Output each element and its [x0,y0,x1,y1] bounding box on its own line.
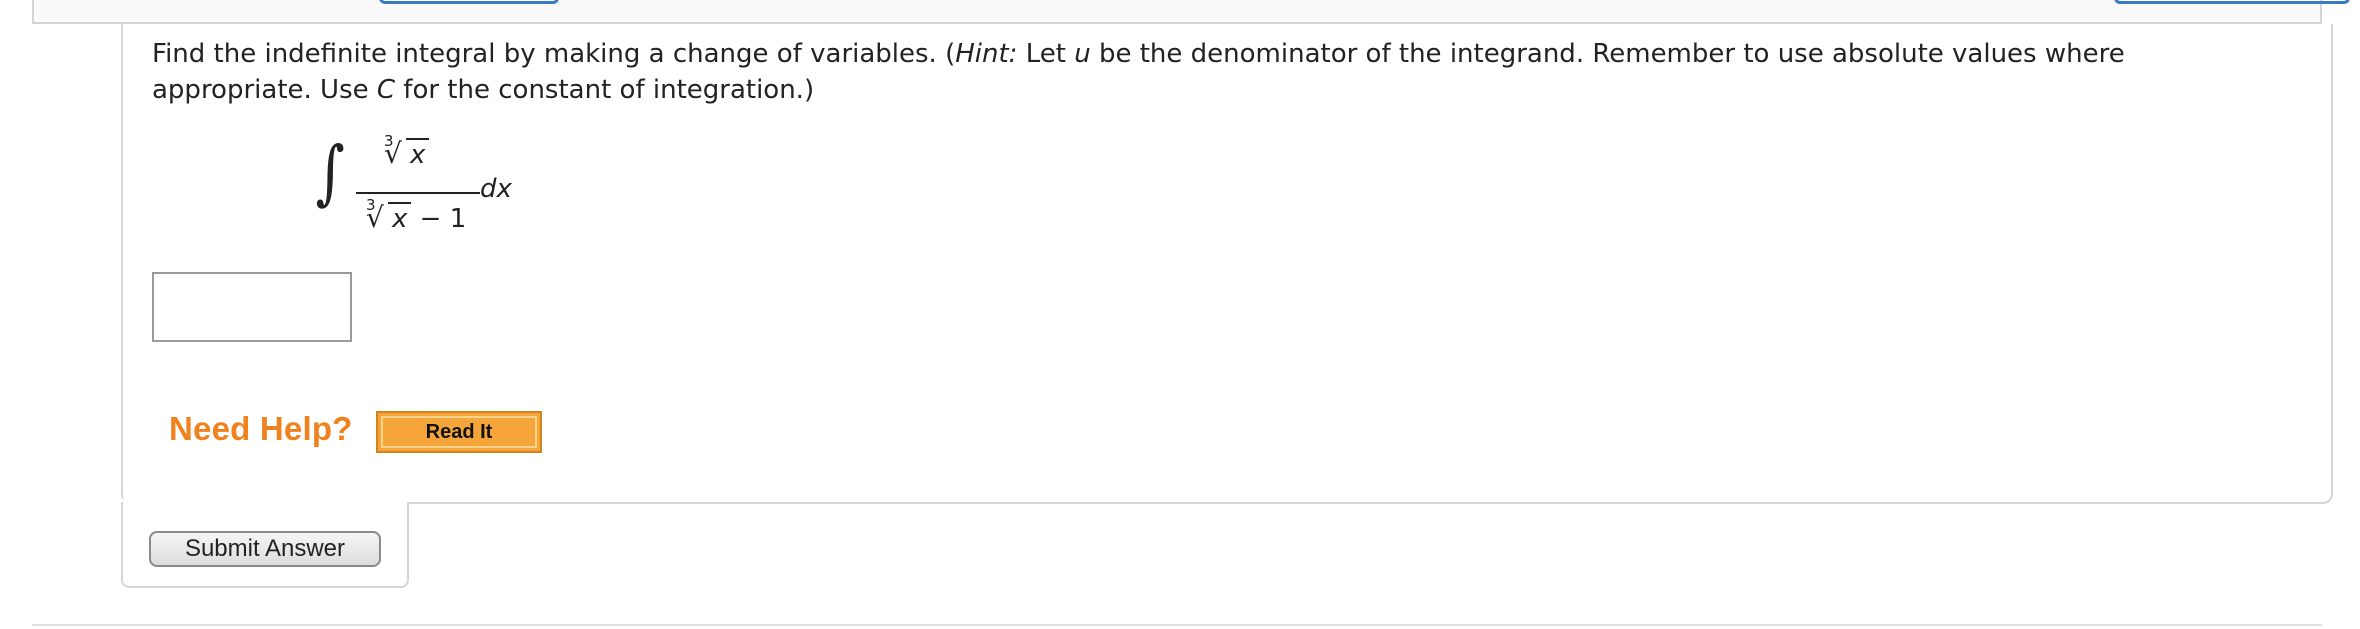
differential: dx [480,174,512,204]
hint-label: Hint: [955,39,1018,69]
divider [32,624,2322,626]
question-text: Find the indefinite integral by making a… [152,39,2125,105]
fraction-bar [356,192,480,194]
numerator-radical: 3 √ x [382,132,430,170]
radical-sign-icon: √ [366,201,384,234]
denominator-radical: 3 √ x [364,196,412,234]
radical-sign-icon: √ [384,137,402,170]
denominator: 3 √ x − 1 [364,196,467,234]
denominator-rest: − 1 [411,204,467,234]
numerator-radicand: x [406,138,430,170]
denominator-radicand: x [388,202,412,234]
read-it-label: Read It [381,416,537,448]
variable-u: u [1074,39,1091,69]
answer-input[interactable] [152,272,352,342]
top-toolbar [32,0,2350,24]
integral-sign: ∫ [315,131,345,213]
top-tab-right[interactable] [2114,0,2350,4]
top-tab-left[interactable] [379,0,559,4]
need-help-label: Need Help? [169,410,353,447]
variable-c: C [376,75,396,105]
submit-answer-button[interactable]: Submit Answer [149,531,381,567]
integral-expression: ∫ 3 √ x 3 √ x − 1 dx [312,132,542,242]
read-it-button[interactable]: Read It [376,411,542,453]
numerator: 3 √ x [382,132,430,170]
